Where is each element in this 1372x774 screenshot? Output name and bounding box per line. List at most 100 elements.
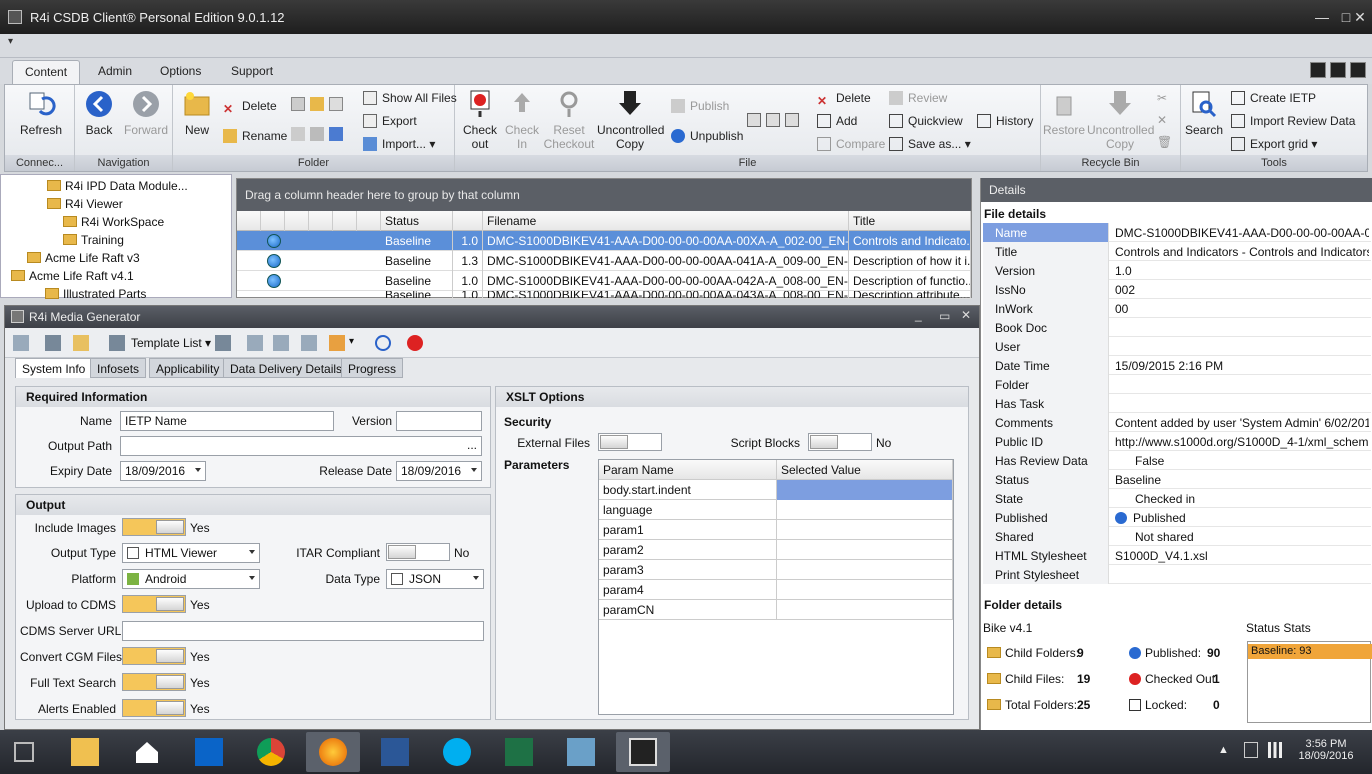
tree-node[interactable]: R4i WorkSpace bbox=[63, 215, 164, 229]
taskbar-home[interactable] bbox=[120, 732, 174, 772]
property-row[interactable]: Date Time 15/09/2015 2:16 PM bbox=[983, 356, 1371, 375]
tree-node[interactable]: R4i Viewer bbox=[47, 197, 123, 211]
output-type-select[interactable]: HTML Viewer bbox=[122, 543, 260, 563]
tab-system-info[interactable]: System Info bbox=[15, 358, 93, 378]
create-ietp-button[interactable]: Create IETP bbox=[1231, 91, 1316, 105]
restore-button[interactable]: Restore bbox=[1043, 89, 1085, 137]
app-menu-icon[interactable] bbox=[1330, 62, 1346, 78]
delete-folder-button[interactable]: ✕ Delete bbox=[223, 99, 277, 116]
quickview-button[interactable]: Quickview bbox=[889, 114, 963, 128]
reset-checkout-button[interactable]: Reset Checkout bbox=[543, 89, 595, 151]
task-view-button[interactable] bbox=[4, 732, 48, 772]
template-list-dropdown[interactable]: Template List ▾ bbox=[131, 336, 211, 350]
lock-file-icon[interactable] bbox=[785, 113, 799, 127]
column-filename[interactable]: Filename bbox=[483, 211, 849, 231]
browse-button[interactable]: ... bbox=[467, 438, 477, 452]
forward-button[interactable]: Forward bbox=[123, 89, 169, 137]
chevron-down-icon[interactable]: ▾ bbox=[8, 36, 13, 47]
media-minimize-icon[interactable]: _ bbox=[915, 308, 922, 322]
tree-node[interactable]: Acme Life Raft v3 bbox=[27, 251, 140, 265]
property-row[interactable]: Public ID http://www.s1000d.org/S1000D_4-… bbox=[983, 432, 1371, 451]
param-value-cell[interactable] bbox=[777, 560, 953, 580]
rename-button[interactable]: Rename bbox=[223, 129, 287, 143]
permissions-icon[interactable] bbox=[329, 127, 343, 141]
param-value-cell[interactable] bbox=[777, 580, 953, 600]
taskbar-skype[interactable] bbox=[430, 732, 484, 772]
convert-cgm-toggle[interactable] bbox=[122, 647, 186, 665]
lock-icon[interactable] bbox=[291, 127, 305, 141]
history-button[interactable]: History bbox=[977, 114, 1033, 128]
taskbar-outlook[interactable] bbox=[182, 732, 236, 772]
show-all-files-button[interactable]: Show All Files bbox=[363, 91, 457, 105]
validate-icon[interactable] bbox=[273, 335, 289, 351]
save-as-button[interactable]: Save as... ▾ bbox=[889, 137, 971, 151]
column-selected-value[interactable]: Selected Value bbox=[777, 460, 953, 480]
recycle-delete-icon[interactable]: ✕ bbox=[1157, 113, 1167, 127]
param-value-cell[interactable] bbox=[777, 520, 953, 540]
name-input[interactable]: IETP Name bbox=[120, 411, 334, 431]
property-row[interactable]: Has Review Data False bbox=[983, 451, 1371, 470]
output-path-input[interactable]: ... bbox=[120, 436, 482, 456]
param-row[interactable]: param1 bbox=[599, 520, 953, 540]
itar-toggle[interactable] bbox=[386, 543, 450, 561]
copy-folder-icon[interactable] bbox=[310, 97, 324, 111]
minimize-button[interactable]: — bbox=[1310, 6, 1334, 28]
table-row[interactable]: Baseline 1.0 DMC-S1000DBIKEV41-AAA-D00-0… bbox=[237, 271, 971, 291]
version-input[interactable] bbox=[396, 411, 482, 431]
media-maximize-icon[interactable]: ▭ bbox=[939, 309, 950, 323]
taskbar-photos[interactable] bbox=[554, 732, 608, 772]
refresh-icon[interactable] bbox=[375, 335, 391, 351]
param-value-cell[interactable] bbox=[777, 500, 953, 520]
layout-icon[interactable] bbox=[1310, 62, 1326, 78]
unpublish-button[interactable]: Unpublish bbox=[671, 129, 743, 143]
tab-content[interactable]: Content bbox=[12, 60, 81, 84]
network-icon[interactable] bbox=[1268, 742, 1282, 758]
check-out-button[interactable]: Check out bbox=[459, 89, 501, 151]
tree-node[interactable]: Training bbox=[63, 233, 124, 247]
tab-infosets[interactable]: Infosets bbox=[90, 358, 147, 378]
chevron-down-icon[interactable]: ▾ bbox=[349, 336, 354, 347]
script-blocks-toggle[interactable] bbox=[808, 433, 872, 451]
taskbar-file-explorer[interactable] bbox=[58, 732, 112, 772]
copy-file-icon[interactable] bbox=[766, 113, 780, 127]
property-row[interactable]: HTML Stylesheet S1000D_V4.1.xsl bbox=[983, 546, 1371, 565]
open-template-icon[interactable] bbox=[73, 335, 89, 351]
tree-node[interactable]: R4i IPD Data Module... bbox=[47, 179, 188, 193]
taskbar-r4i[interactable] bbox=[616, 732, 670, 772]
tree-node[interactable]: Illustrated Parts bbox=[45, 287, 146, 301]
empty-bin-icon[interactable]: 🗑 bbox=[1157, 135, 1172, 149]
review-button[interactable]: Review bbox=[889, 91, 947, 105]
check-in-button[interactable]: Check In bbox=[501, 89, 543, 151]
tray-app-icon[interactable] bbox=[1244, 742, 1258, 758]
alerts-enabled-toggle[interactable] bbox=[122, 699, 186, 717]
tab-support[interactable]: Support bbox=[219, 60, 285, 84]
expiry-date-picker[interactable]: 18/09/2016 bbox=[120, 461, 206, 481]
param-row[interactable]: language bbox=[599, 500, 953, 520]
export-grid-button[interactable]: Export grid ▾ bbox=[1231, 137, 1317, 151]
property-row[interactable]: Print Stylesheet bbox=[983, 565, 1371, 584]
paste-icon[interactable] bbox=[329, 97, 343, 111]
include-images-toggle[interactable] bbox=[122, 518, 186, 536]
unlock-icon[interactable] bbox=[310, 127, 324, 141]
tab-progress[interactable]: Progress bbox=[341, 358, 404, 378]
publish-button[interactable]: Publish bbox=[671, 99, 729, 113]
release-date-picker[interactable]: 18/09/2016 bbox=[396, 461, 482, 481]
tray-chevron-icon[interactable]: ▲ bbox=[1218, 744, 1229, 756]
taskbar-chrome[interactable] bbox=[244, 732, 298, 772]
delete-file-button[interactable]: ✕ Delete bbox=[817, 91, 871, 108]
property-row[interactable]: Status Baseline bbox=[983, 470, 1371, 489]
back-button[interactable]: Back bbox=[79, 89, 119, 137]
taskbar-excel[interactable] bbox=[492, 732, 546, 772]
param-row[interactable]: param4 bbox=[599, 580, 953, 600]
import-button[interactable]: Import... ▾ bbox=[363, 137, 435, 151]
cut-file-icon[interactable] bbox=[747, 113, 761, 127]
export-button[interactable]: Export bbox=[363, 114, 417, 128]
external-files-toggle[interactable] bbox=[598, 433, 662, 451]
tab-options[interactable]: Options bbox=[148, 60, 213, 84]
column-status[interactable]: Status bbox=[381, 211, 453, 231]
import-review-button[interactable]: Import Review Data bbox=[1231, 114, 1355, 128]
search-button[interactable]: Search bbox=[1183, 89, 1225, 137]
tab-data-delivery[interactable]: Data Delivery Details bbox=[223, 358, 350, 378]
table-row[interactable]: Baseline 1.3 DMC-S1000DBIKEV41-AAA-D00-0… bbox=[237, 251, 971, 271]
property-row[interactable]: Title Controls and Indicators - Controls … bbox=[983, 242, 1371, 261]
